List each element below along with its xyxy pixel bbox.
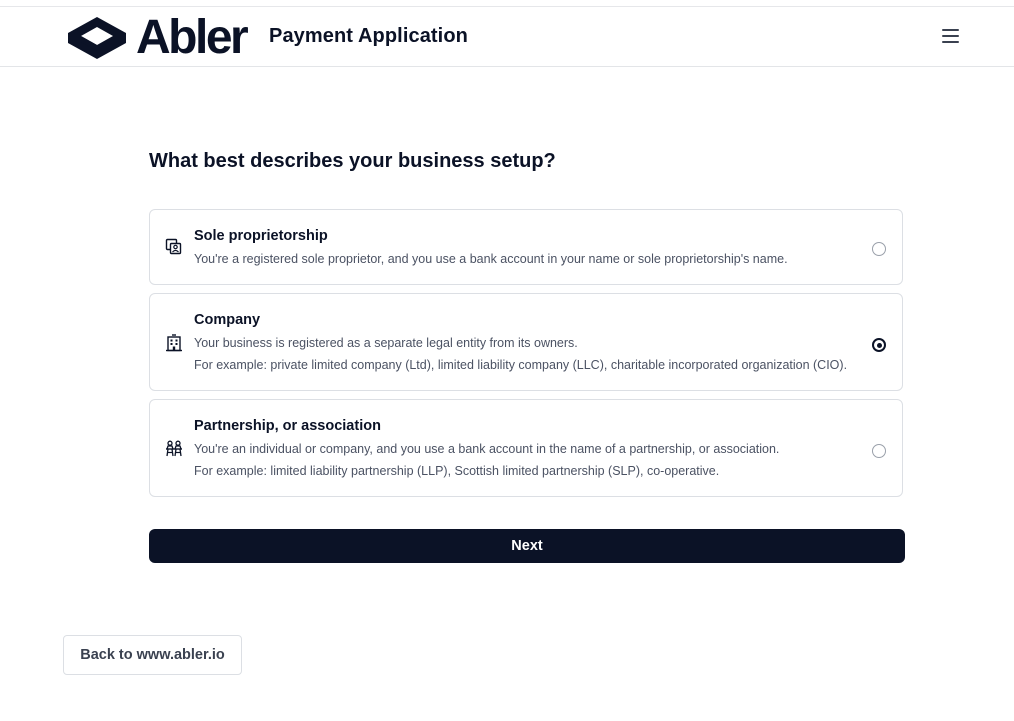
abler-logo[interactable]: Abler <box>66 11 249 64</box>
radio-company[interactable] <box>872 338 886 352</box>
logo-wordmark: Abler <box>136 11 249 64</box>
top-strip <box>0 0 1014 7</box>
partnership-icon <box>166 440 182 457</box>
option-description: Your business is registered as a separat… <box>194 336 578 350</box>
page-title: Payment Application <box>269 25 468 47</box>
option-description: You're a registered sole proprietor, and… <box>194 252 788 266</box>
option-example: For example: limited liability partnersh… <box>194 464 720 478</box>
option-partnership[interactable]: Partnership, or association You're an in… <box>149 399 903 497</box>
option-description: You're an individual or company, and you… <box>194 442 780 456</box>
hamburger-menu-icon[interactable] <box>940 26 962 46</box>
building-icon <box>166 334 182 352</box>
option-example: For example: private limited company (Lt… <box>194 358 848 372</box>
option-company[interactable]: Company Your business is registered as a… <box>149 293 903 391</box>
abler-logo-mark-icon <box>68 17 126 59</box>
radio-sole-proprietorship[interactable] <box>872 242 886 256</box>
next-button[interactable]: Next <box>149 529 905 563</box>
option-title: Partnership, or association <box>194 418 381 434</box>
option-sole-proprietorship[interactable]: Sole proprietorship You're a registered … <box>149 209 903 285</box>
radio-partnership[interactable] <box>872 444 886 458</box>
app-header: Abler Payment Application <box>0 7 1014 67</box>
business-setup-question: What best describes your business setup? <box>149 150 556 172</box>
option-title: Company <box>194 312 261 328</box>
option-title: Sole proprietorship <box>194 228 328 244</box>
back-to-site-button[interactable]: Back to www.abler.io <box>63 635 242 675</box>
sole-proprietor-icon <box>165 238 182 255</box>
